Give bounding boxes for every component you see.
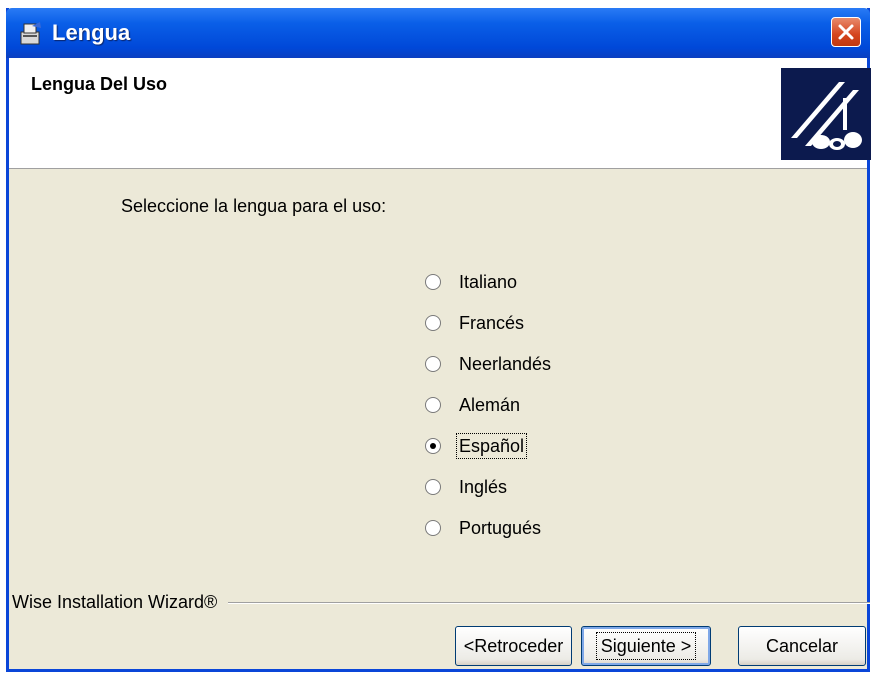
language-option-label: Neerlandés [459, 354, 552, 374]
language-prompt: Seleccione la lengua para el uso: [121, 196, 387, 216]
language-option-label: Alemán [459, 395, 521, 415]
radio-button[interactable] [425, 274, 441, 290]
language-option-label: Portugués [459, 518, 542, 538]
radio-button[interactable] [425, 479, 441, 495]
title-bar[interactable]: Lengua [6, 8, 870, 58]
cancel-button[interactable]: Cancelar [738, 626, 866, 666]
close-icon [838, 24, 854, 40]
close-button[interactable] [831, 17, 861, 47]
radio-button[interactable] [425, 397, 441, 413]
radio-selected-dot [430, 443, 436, 449]
next-button[interactable]: Siguiente > [581, 626, 711, 666]
installer-icon [18, 22, 44, 46]
radio-button[interactable] [425, 315, 441, 331]
radio-button[interactable] [425, 438, 441, 454]
wise-wizard-logo [781, 68, 871, 160]
language-option-label: Español [455, 433, 528, 459]
back-button[interactable]: <Retroceder [455, 626, 572, 666]
window-title: Lengua [52, 20, 131, 45]
radio-button[interactable] [425, 356, 441, 372]
language-option-label: Inglés [459, 477, 508, 497]
radio-button[interactable] [425, 520, 441, 536]
next-button-label: Siguiente > [595, 632, 697, 660]
page-title: Lengua Del Uso [31, 74, 168, 94]
back-button-label: <Retroceder [463, 636, 564, 656]
wizard-header: Lengua Del Uso [9, 58, 871, 169]
language-option-label: Francés [459, 313, 525, 333]
language-option-label: Italiano [459, 272, 518, 292]
cancel-button-label: Cancelar [765, 636, 839, 656]
brand-label: Wise Installation Wizard® [12, 592, 222, 613]
footer-divider [228, 602, 870, 604]
